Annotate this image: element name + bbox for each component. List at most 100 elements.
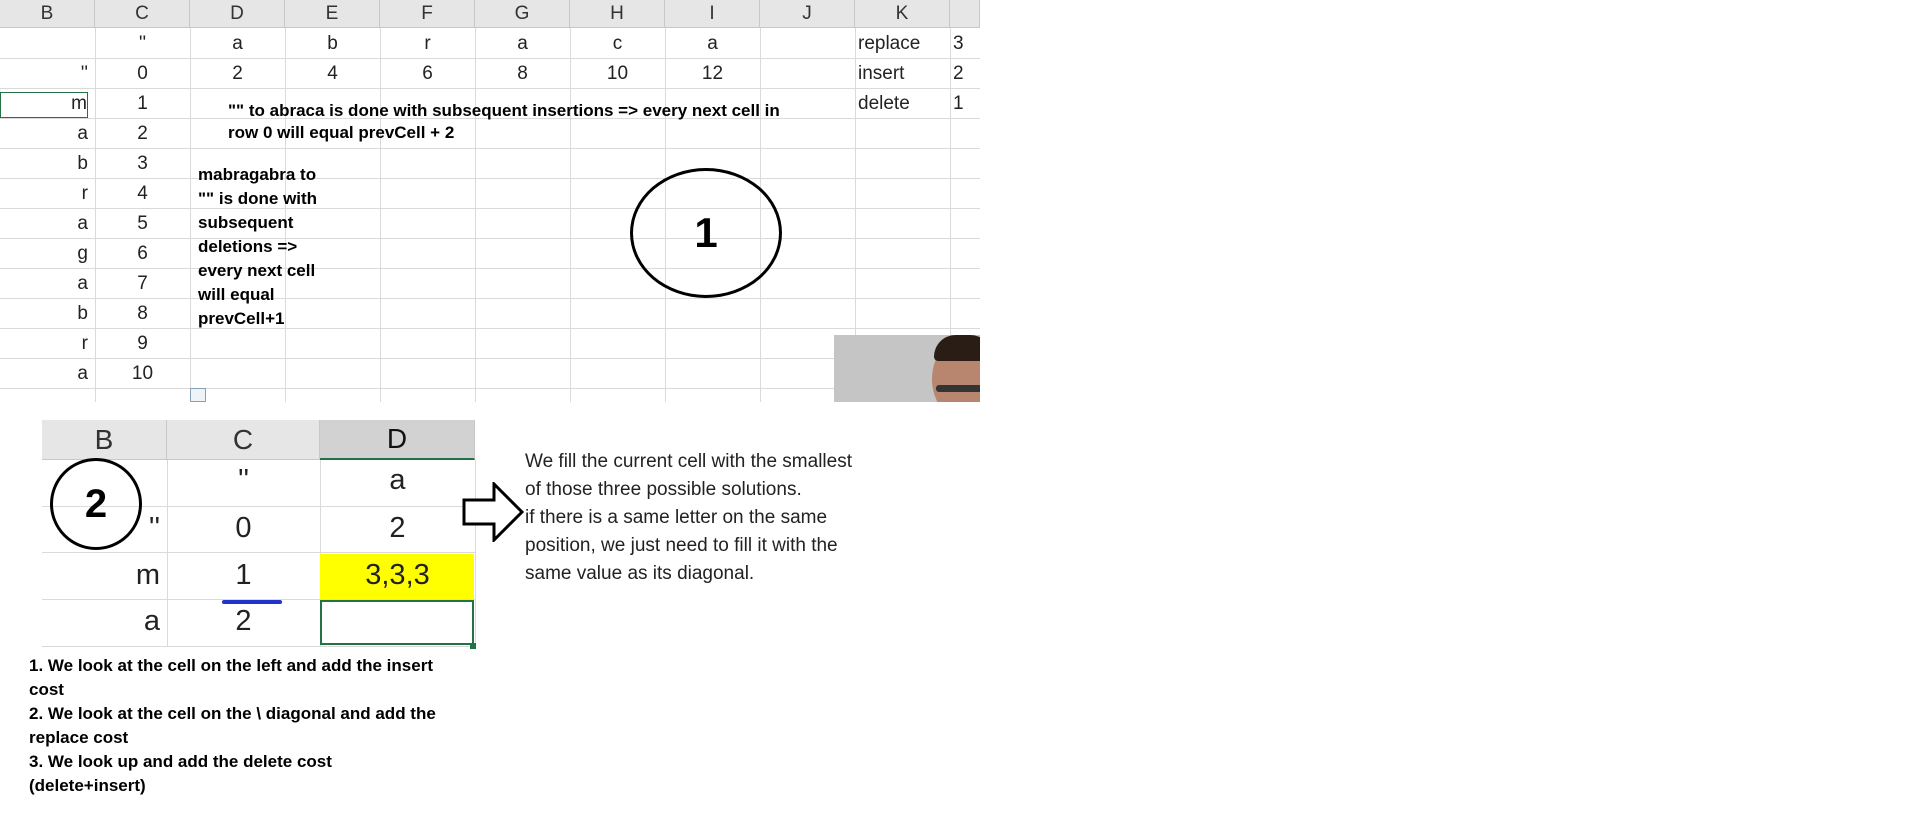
cell-source-letter[interactable]: r — [0, 183, 88, 205]
column-header-e[interactable]: E — [285, 0, 380, 28]
step-line: 3. We look up and add the delete cost — [29, 752, 332, 771]
zoom-cell-empty-mark[interactable]: '' — [167, 464, 320, 497]
column-header-j[interactable]: J — [760, 0, 855, 28]
deletion-note-line: "" is done with — [198, 189, 318, 208]
cell-column-value[interactable]: 1 — [95, 93, 190, 115]
step-marker-2-label: 2 — [84, 481, 108, 526]
explanation-line: if there is a same letter on the same — [525, 507, 828, 528]
explanation-line: position, we just need to fill it with t… — [525, 535, 838, 556]
cell-target-letter[interactable]: a — [665, 33, 760, 55]
cell-column-value[interactable]: 10 — [95, 363, 190, 385]
cell-empty-mark[interactable]: '' — [0, 63, 88, 85]
zoom-cell-candidates[interactable]: 3,3,3 — [320, 559, 475, 592]
step-line: (delete+insert) — [29, 776, 146, 795]
cell-target-letter[interactable]: a — [475, 33, 570, 55]
cell-first-row-value[interactable]: 8 — [475, 63, 570, 85]
cell-source-letter[interactable]: b — [0, 153, 88, 175]
column-header-f[interactable]: F — [380, 0, 475, 28]
spreadsheet-grid: B C D E F G H I J K '' a b r a c a '' 0 … — [0, 0, 980, 402]
column-header-h[interactable]: H — [570, 0, 665, 28]
cell-empty-mark[interactable]: '' — [95, 33, 190, 55]
deletion-note-line: subsequent — [198, 213, 294, 232]
cell-column-value[interactable]: 5 — [95, 213, 190, 235]
cell-first-row-value[interactable]: 4 — [285, 63, 380, 85]
cell-source-letter[interactable]: a — [0, 213, 88, 235]
cell-column-value[interactable]: 6 — [95, 243, 190, 265]
zoom-column-header-d[interactable]: D — [320, 420, 475, 460]
column-header-g[interactable]: G — [475, 0, 570, 28]
step-marker-1: 1 — [630, 168, 782, 298]
column-header-i[interactable]: I — [665, 0, 760, 28]
pen-underline — [222, 600, 282, 604]
column-header-d[interactable]: D — [190, 0, 285, 28]
step-line: 1. We look at the cell on the left and a… — [29, 656, 433, 675]
explanation-text[interactable]: We fill the current cell with the smalle… — [525, 448, 852, 588]
insertion-note[interactable]: "" to abraca is done with subsequent ins… — [228, 97, 780, 147]
cell-column-value[interactable]: 9 — [95, 333, 190, 355]
zoom-cell-source-letter[interactable]: m — [42, 559, 160, 592]
cell-first-row-value[interactable]: 12 — [665, 63, 760, 85]
cell-column-value[interactable]: 3 — [95, 153, 190, 175]
step-line: cost — [29, 680, 64, 699]
cell-source-letter[interactable]: a — [0, 123, 88, 145]
cell-source-letter[interactable]: a — [0, 273, 88, 295]
presenter-hair — [934, 335, 980, 361]
cell-column-value[interactable]: 2 — [95, 123, 190, 145]
deletion-note-line: will equal — [198, 285, 275, 304]
zoomed-grid: B C D '' a '' 0 2 m 1 3,3,3 a 2 2 — [42, 420, 495, 648]
step-marker-2: 2 — [50, 458, 142, 550]
deletion-note-line: mabragabra to — [198, 165, 317, 184]
cost-label[interactable]: insert — [858, 63, 904, 85]
explanation-line: same value as its diagonal. — [525, 563, 755, 584]
presenter-glasses — [936, 385, 980, 392]
cost-value[interactable]: 2 — [953, 63, 964, 85]
cost-value[interactable]: 1 — [953, 93, 964, 115]
deletion-note-line: every next cell — [198, 261, 316, 280]
cell-target-letter[interactable]: c — [570, 33, 665, 55]
cell-target-letter[interactable]: r — [380, 33, 475, 55]
cell-source-letter[interactable]: m — [0, 92, 88, 118]
arrow-right-icon — [462, 482, 524, 542]
cell-target-letter[interactable]: a — [190, 33, 285, 55]
cell-first-row-value[interactable]: 10 — [570, 63, 665, 85]
zoom-column-header-b[interactable]: B — [42, 420, 167, 460]
zoom-cell-value[interactable]: 0 — [167, 512, 320, 545]
cell-column-value[interactable]: 8 — [95, 303, 190, 325]
deletion-note[interactable]: mabragabra to "" is done with subsequent… — [198, 163, 317, 331]
active-cell[interactable] — [320, 600, 474, 645]
column-header-b[interactable]: B — [0, 0, 95, 28]
cell-column-value[interactable]: 4 — [95, 183, 190, 205]
step-marker-1-label: 1 — [694, 209, 718, 256]
cell-first-row-value[interactable]: 0 — [95, 63, 190, 85]
step-line: 2. We look at the cell on the \ diagonal… — [29, 704, 436, 723]
fill-handle[interactable] — [470, 643, 476, 649]
cell-first-row-value[interactable]: 6 — [380, 63, 475, 85]
zoom-cell-source-letter[interactable]: a — [42, 605, 160, 638]
cell-source-letter[interactable]: b — [0, 303, 88, 325]
cell-source-letter[interactable]: g — [0, 243, 88, 265]
deletion-note-line: deletions => — [198, 237, 298, 256]
cell-target-letter[interactable]: b — [285, 33, 380, 55]
step-line: replace cost — [29, 728, 129, 747]
cost-label[interactable]: delete — [858, 93, 910, 115]
column-header-k[interactable]: K — [855, 0, 950, 28]
deletion-note-line: prevCell+1 — [198, 309, 285, 328]
webcam-overlay — [834, 335, 980, 402]
paste-options-icon[interactable] — [190, 388, 206, 402]
zoom-cell-target-letter[interactable]: a — [320, 464, 475, 497]
explanation-line: We fill the current cell with the smalle… — [525, 451, 852, 472]
cost-label[interactable]: replace — [858, 33, 920, 55]
cell-column-value[interactable]: 7 — [95, 273, 190, 295]
explanation-line: of those three possible solutions. — [525, 479, 802, 500]
zoom-cell-value[interactable]: 1 — [167, 559, 320, 592]
cell-first-row-value[interactable]: 2 — [190, 63, 285, 85]
zoom-column-header-c[interactable]: C — [167, 420, 320, 460]
cell-source-letter[interactable]: r — [0, 333, 88, 355]
column-header-l[interactable] — [950, 0, 980, 28]
steps-text[interactable]: 1. We look at the cell on the left and a… — [29, 654, 436, 798]
column-header-c[interactable]: C — [95, 0, 190, 28]
zoom-cell-value[interactable]: 2 — [320, 512, 475, 545]
zoom-cell-value[interactable]: 2 — [167, 605, 320, 638]
cost-value[interactable]: 3 — [953, 33, 964, 55]
cell-source-letter[interactable]: a — [0, 363, 88, 385]
